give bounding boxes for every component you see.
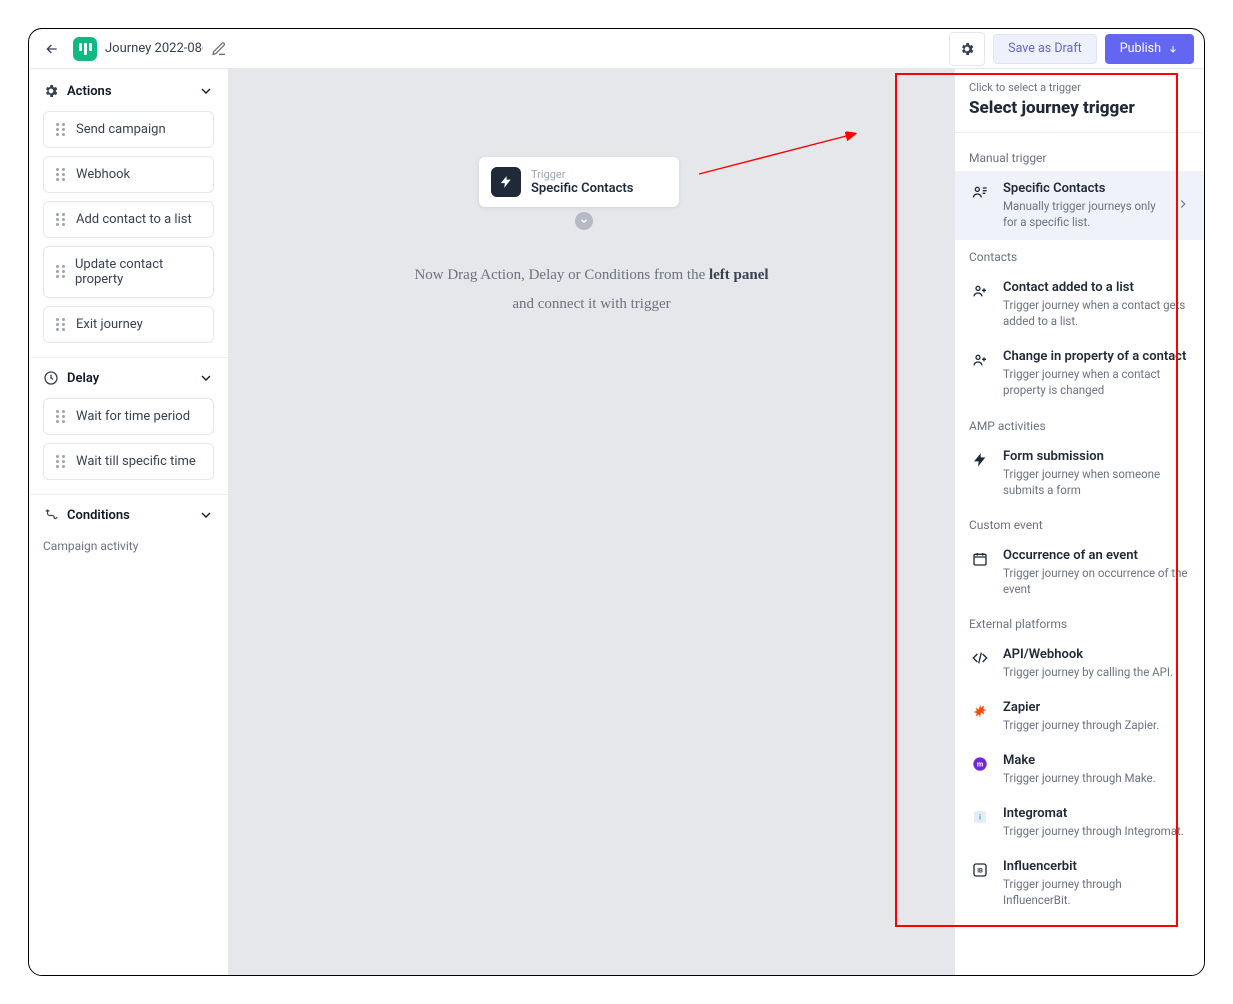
right-panel-subtitle: Click to select a trigger xyxy=(969,81,1190,94)
app-logo xyxy=(73,37,97,61)
clock-icon xyxy=(43,370,59,386)
drag-handle-icon xyxy=(54,123,66,137)
trigger-option[interactable]: API/Webhook Trigger journey by calling th… xyxy=(955,637,1204,690)
action-item-label: Webhook xyxy=(76,167,130,182)
drag-handle-icon xyxy=(54,410,66,424)
trigger-option-desc: Trigger journey through InfluencerBit. xyxy=(1003,876,1190,908)
trigger-option[interactable]: Occurrence of an event Trigger journey on… xyxy=(955,538,1204,607)
trigger-option-title: Make xyxy=(1003,753,1190,768)
drag-handle-icon xyxy=(54,168,66,182)
right-panel: Click to select a trigger Select journey… xyxy=(954,69,1204,975)
journey-title[interactable]: Journey 2022-08-3 xyxy=(105,41,203,56)
drag-handle-icon xyxy=(54,265,65,279)
trigger-option-title: Occurrence of an event xyxy=(1003,548,1190,563)
chevron-right-icon xyxy=(1176,197,1190,215)
influencerbit-icon: IB xyxy=(969,859,991,881)
delay-label: Delay xyxy=(67,371,190,386)
trigger-group-label: Custom event xyxy=(955,508,1204,538)
trigger-option[interactable]: i Integromat Trigger journey through Integ… xyxy=(955,796,1204,849)
trigger-option-desc: Trigger journey when a contact gets adde… xyxy=(1003,297,1190,329)
trigger-option-desc: Trigger journey when someone submits a f… xyxy=(1003,466,1190,498)
action-item[interactable]: Exit journey xyxy=(43,306,214,343)
trigger-option[interactable]: Specific Contacts Manually trigger journe… xyxy=(955,171,1204,240)
drag-handle-icon xyxy=(54,213,66,227)
trigger-option-desc: Trigger journey by calling the API. xyxy=(1003,664,1190,680)
action-item[interactable]: Webhook xyxy=(43,156,214,193)
trigger-option-title: Zapier xyxy=(1003,700,1190,715)
trigger-group-label: Contacts xyxy=(955,240,1204,270)
conditions-label: Conditions xyxy=(67,508,190,523)
trigger-group-label: Manual trigger xyxy=(955,141,1204,171)
canvas-hint: Now Drag Action, Delay or Conditions fro… xyxy=(229,261,954,318)
trigger-option-title: Integromat xyxy=(1003,806,1190,821)
trigger-option[interactable]: Change in property of a contact Trigger j… xyxy=(955,339,1204,408)
action-item[interactable]: Add contact to a list xyxy=(43,201,214,238)
svg-text:m: m xyxy=(977,760,983,769)
trigger-option-title: Contact added to a list xyxy=(1003,280,1190,295)
trigger-option-desc: Trigger journey through Integromat. xyxy=(1003,823,1190,839)
gear-icon xyxy=(43,83,59,99)
trigger-option-title: API/Webhook xyxy=(1003,647,1190,662)
trigger-option-title: Specific Contacts xyxy=(1003,181,1164,196)
trigger-group-label: AMP activities xyxy=(955,409,1204,439)
delay-item[interactable]: Wait for time period xyxy=(43,398,214,435)
delay-item-label: Wait till specific time xyxy=(76,454,196,469)
settings-button[interactable] xyxy=(949,32,985,66)
contacts-icon xyxy=(969,181,991,203)
header: Journey 2022-08-3 Save as Draft Publish xyxy=(29,29,1204,69)
conditions-section-header[interactable]: Conditions xyxy=(43,507,214,523)
trigger-group-label: External platforms xyxy=(955,607,1204,637)
body: Actions Send campaign Webhook Add contact … xyxy=(29,69,1204,975)
actions-label: Actions xyxy=(67,84,190,99)
action-item-label: Add contact to a list xyxy=(76,212,192,227)
chevron-down-icon xyxy=(198,83,214,99)
delay-item-label: Wait for time period xyxy=(76,409,190,424)
calendar-icon xyxy=(969,548,991,570)
action-item-label: Exit journey xyxy=(76,317,143,332)
integromat-icon: i xyxy=(969,806,991,828)
trigger-option[interactable]: Contact added to a list Trigger journey w… xyxy=(955,270,1204,339)
trigger-option-title: Form submission xyxy=(1003,449,1190,464)
publish-button[interactable]: Publish xyxy=(1105,34,1194,64)
chevron-down-icon xyxy=(198,507,214,523)
conditions-subtext: Campaign activity xyxy=(29,533,228,553)
branch-icon xyxy=(43,507,59,523)
actions-section-header[interactable]: Actions xyxy=(43,83,214,99)
trigger-option[interactable]: IB Influencerbit Trigger journey through I… xyxy=(955,849,1204,918)
trigger-option-desc: Trigger journey through Zapier. xyxy=(1003,717,1190,733)
trigger-option-desc: Manually trigger journeys only for a spe… xyxy=(1003,198,1164,230)
action-item[interactable]: Send campaign xyxy=(43,111,214,148)
code-icon xyxy=(969,647,991,669)
trigger-option[interactable]: Form submission Trigger journey when some… xyxy=(955,439,1204,508)
right-panel-title: Select journey trigger xyxy=(969,98,1190,118)
make-icon: m xyxy=(969,753,991,775)
trigger-option-title: Influencerbit xyxy=(1003,859,1190,874)
save-draft-button[interactable]: Save as Draft xyxy=(993,34,1097,64)
svg-text:i: i xyxy=(979,813,981,822)
chevron-down-icon xyxy=(198,370,214,386)
edit-title-icon[interactable] xyxy=(211,41,227,57)
trigger-option[interactable]: m Make Trigger journey through Make. xyxy=(955,743,1204,796)
trigger-option-title: Change in property of a contact xyxy=(1003,349,1190,364)
trigger-option[interactable]: Zapier Trigger journey through Zapier. xyxy=(955,690,1204,743)
action-item[interactable]: Update contact property xyxy=(43,246,214,298)
drag-handle-icon xyxy=(54,455,66,469)
delay-section-header[interactable]: Delay xyxy=(43,370,214,386)
action-item-label: Send campaign xyxy=(76,122,166,137)
drag-handle-icon xyxy=(54,318,66,332)
canvas[interactable]: Trigger Specific Contacts Now Drag Actio… xyxy=(229,69,954,975)
publish-label: Publish xyxy=(1120,41,1161,56)
action-item-label: Update contact property xyxy=(75,257,203,287)
svg-text:IB: IB xyxy=(977,868,983,875)
trigger-option-desc: Trigger journey on occurrence of the eve… xyxy=(1003,565,1190,597)
zapier-icon xyxy=(969,700,991,722)
sidebar: Actions Send campaign Webhook Add contact … xyxy=(29,69,229,975)
trigger-option-desc: Trigger journey when a contact property … xyxy=(1003,366,1190,398)
person-plus-icon xyxy=(969,280,991,302)
bolt-icon xyxy=(969,449,991,471)
back-button[interactable] xyxy=(39,36,65,62)
trigger-option-desc: Trigger journey through Make. xyxy=(1003,770,1190,786)
delay-item[interactable]: Wait till specific time xyxy=(43,443,214,480)
person-plus-icon xyxy=(969,349,991,371)
